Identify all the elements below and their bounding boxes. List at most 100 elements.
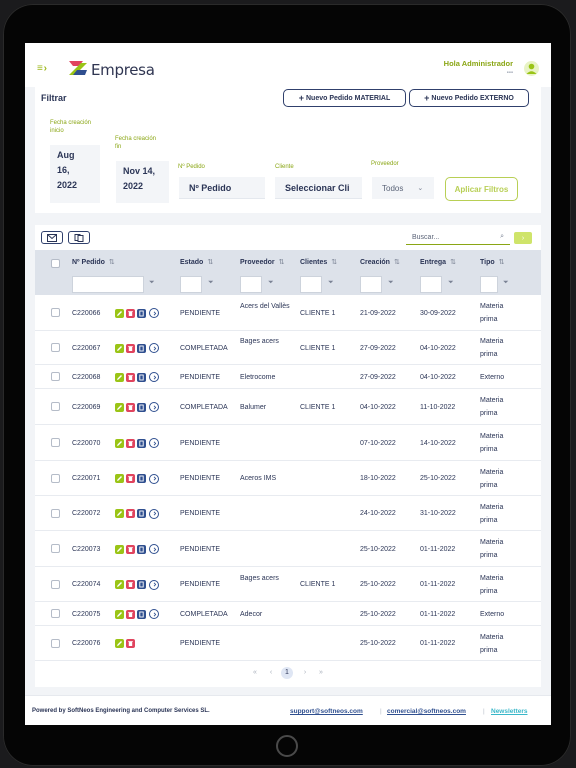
- menu-toggle-icon[interactable]: ≡ ›: [37, 63, 47, 74]
- new-external-order-button[interactable]: + Nuevo Pedido EXTERNO: [409, 89, 529, 107]
- row-checkbox[interactable]: [51, 438, 60, 447]
- client-select[interactable]: Seleccionar Cli: [275, 177, 362, 199]
- trash-icon[interactable]: [126, 638, 135, 648]
- type-filter-input[interactable]: [480, 276, 498, 293]
- edit-icon[interactable]: [115, 438, 124, 448]
- filter-icon[interactable]: ⏷: [448, 279, 454, 287]
- view-details-icon[interactable]: [149, 372, 159, 382]
- view-details-icon[interactable]: [149, 544, 159, 554]
- row-checkbox[interactable]: [51, 473, 60, 483]
- clients-filter-input[interactable]: [300, 276, 322, 293]
- row-checkbox[interactable]: [51, 638, 60, 648]
- document-icon[interactable]: [137, 308, 146, 318]
- order-client: CLIENTE 1: [300, 403, 336, 411]
- document-icon[interactable]: [137, 372, 146, 382]
- document-icon[interactable]: [137, 580, 146, 589]
- last-page-button[interactable]: »: [315, 669, 327, 676]
- trash-icon[interactable]: [126, 438, 135, 448]
- new-material-order-button[interactable]: + Nuevo Pedido MATERIAL: [283, 89, 406, 107]
- document-icon[interactable]: [137, 609, 146, 619]
- email-export-button[interactable]: [41, 231, 63, 244]
- view-details-icon[interactable]: [149, 473, 159, 484]
- edit-icon[interactable]: [115, 343, 124, 353]
- document-icon[interactable]: [137, 544, 146, 554]
- edit-icon[interactable]: [115, 638, 124, 648]
- newsletter-link[interactable]: Newsletters: [491, 708, 528, 715]
- edit-icon[interactable]: [115, 474, 124, 483]
- status-filter-input[interactable]: [180, 276, 202, 293]
- current-page-button[interactable]: 1: [281, 667, 293, 679]
- column-header-clients[interactable]: Clientes ⇅: [300, 258, 337, 266]
- edit-icon[interactable]: [115, 509, 124, 518]
- filter-icon[interactable]: ⏷: [388, 279, 394, 287]
- column-header-delivery[interactable]: Entrega ⇅: [420, 258, 456, 266]
- document-icon[interactable]: [137, 474, 146, 483]
- column-header-order[interactable]: Nº Pedido ⇅: [72, 258, 115, 266]
- next-page-button[interactable]: ›: [299, 669, 311, 676]
- support-email-link[interactable]: support@softneos.com: [290, 708, 363, 715]
- select-all-checkbox[interactable]: [51, 259, 60, 268]
- created-filter-input[interactable]: [360, 276, 382, 293]
- column-header-supplier[interactable]: Proveedor ⇅: [240, 258, 285, 266]
- trash-icon[interactable]: [126, 609, 135, 619]
- filter-icon[interactable]: ⏷: [268, 279, 274, 287]
- copy-export-button[interactable]: [68, 231, 90, 244]
- trash-icon[interactable]: [126, 343, 135, 353]
- trash-icon[interactable]: [126, 372, 135, 382]
- end-date-month-day: Nov 14,: [123, 166, 156, 176]
- trash-icon[interactable]: [126, 580, 135, 589]
- view-details-icon[interactable]: [149, 508, 159, 519]
- document-icon[interactable]: [137, 509, 146, 518]
- row-checkbox[interactable]: [51, 308, 60, 317]
- start-date-picker[interactable]: Aug 16, 2022: [50, 145, 100, 203]
- row-checkbox[interactable]: [51, 372, 60, 381]
- document-icon[interactable]: [137, 343, 146, 353]
- view-details-icon[interactable]: [149, 438, 159, 448]
- view-details-icon[interactable]: [149, 343, 159, 353]
- row-checkbox[interactable]: [51, 579, 60, 589]
- first-page-button[interactable]: «: [249, 669, 261, 676]
- view-details-icon[interactable]: [149, 579, 159, 590]
- trash-icon[interactable]: [126, 474, 135, 483]
- commercial-email-link[interactable]: comercial@softneos.com: [387, 708, 466, 715]
- row-checkbox[interactable]: [51, 609, 60, 618]
- home-button[interactable]: [276, 735, 298, 757]
- row-checkbox[interactable]: [51, 402, 60, 411]
- edit-icon[interactable]: [115, 402, 124, 412]
- document-icon[interactable]: [137, 402, 146, 412]
- filter-icon[interactable]: ⏷: [149, 279, 155, 287]
- view-details-icon[interactable]: [149, 402, 159, 412]
- search-submit-button[interactable]: ›: [514, 232, 532, 244]
- edit-icon[interactable]: [115, 609, 124, 619]
- document-icon[interactable]: [137, 438, 146, 448]
- filter-icon[interactable]: ⏷: [328, 279, 334, 287]
- view-details-icon[interactable]: [149, 609, 159, 619]
- user-avatar-icon[interactable]: [524, 61, 539, 76]
- prev-page-button[interactable]: ‹: [265, 669, 277, 676]
- row-checkbox[interactable]: [51, 508, 60, 518]
- apply-filters-button[interactable]: Aplicar Filtros: [445, 177, 518, 201]
- search-input[interactable]: Buscar... ⌕: [406, 230, 510, 245]
- supplier-select[interactable]: Todos ⌄: [372, 177, 434, 199]
- edit-icon[interactable]: [115, 580, 124, 589]
- filter-icon[interactable]: ⏷: [503, 279, 509, 287]
- row-checkbox[interactable]: [51, 544, 60, 553]
- delivery-filter-input[interactable]: [420, 276, 442, 293]
- view-details-icon[interactable]: [149, 308, 159, 318]
- order-number-input[interactable]: Nº Pedido: [179, 177, 265, 199]
- trash-icon[interactable]: [126, 509, 135, 518]
- column-header-type[interactable]: Tipo ⇅: [480, 258, 505, 266]
- edit-icon[interactable]: [115, 308, 124, 318]
- trash-icon[interactable]: [126, 544, 135, 554]
- column-header-status[interactable]: Estado ⇅: [180, 258, 213, 266]
- edit-icon[interactable]: [115, 544, 124, 554]
- column-header-created[interactable]: Creación ⇅: [360, 258, 400, 266]
- order-filter-input[interactable]: [72, 276, 144, 293]
- row-checkbox[interactable]: [51, 343, 60, 352]
- edit-icon[interactable]: [115, 372, 124, 382]
- supplier-filter-input[interactable]: [240, 276, 262, 293]
- end-date-picker[interactable]: Nov 14, 2022: [116, 161, 169, 203]
- filter-icon[interactable]: ⏷: [208, 279, 214, 287]
- trash-icon[interactable]: [126, 402, 135, 412]
- trash-icon[interactable]: [126, 308, 135, 318]
